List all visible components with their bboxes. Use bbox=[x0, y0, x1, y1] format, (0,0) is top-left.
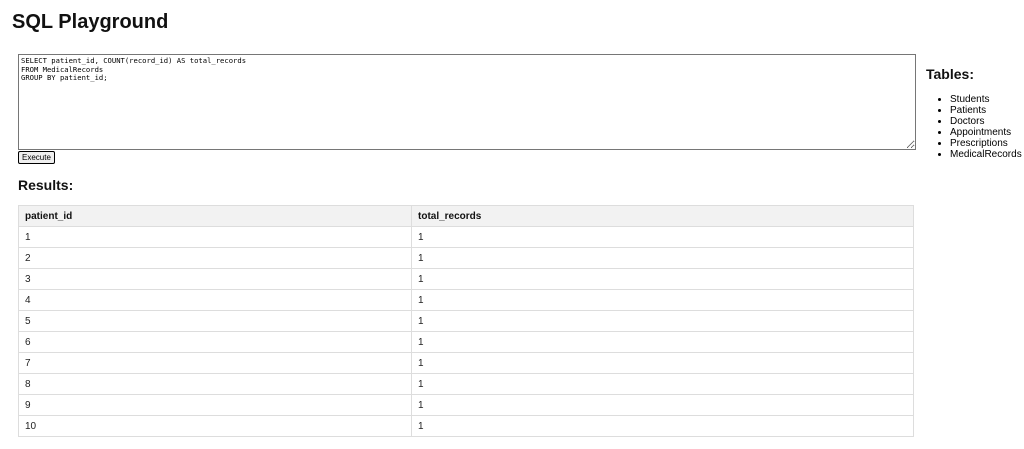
table-cell: 7 bbox=[18, 352, 412, 374]
list-item-prescriptions: Prescriptions bbox=[950, 138, 1024, 149]
table-cell: 1 bbox=[411, 373, 914, 395]
column-header: patient_id bbox=[18, 205, 412, 227]
table-cell: 10 bbox=[18, 415, 412, 437]
table-row: 3 1 bbox=[18, 268, 914, 290]
sql-query-input[interactable]: SELECT patient_id, COUNT(record_id) AS t… bbox=[18, 54, 916, 150]
table-row: 10 1 bbox=[18, 415, 914, 437]
results-table: patient_id total_records 1 1 2 1 3 1 4 1 bbox=[18, 205, 914, 437]
table-list: Students Patients Doctors Appointments P… bbox=[926, 94, 1024, 160]
table-cell: 6 bbox=[18, 331, 412, 353]
table-cell: 1 bbox=[411, 247, 914, 269]
table-cell: 1 bbox=[411, 268, 914, 290]
table-cell: 4 bbox=[18, 289, 412, 311]
table-row: 1 1 bbox=[18, 226, 914, 248]
page-title: SQL Playground bbox=[12, 11, 169, 33]
table-row: 9 1 bbox=[18, 394, 914, 416]
table-row: 2 1 bbox=[18, 247, 914, 269]
table-row: 4 1 bbox=[18, 289, 914, 311]
table-cell: 8 bbox=[18, 373, 412, 395]
table-cell: 1 bbox=[411, 415, 914, 437]
table-cell: 3 bbox=[18, 268, 412, 290]
list-item-students: Students bbox=[950, 94, 1024, 105]
table-cell: 1 bbox=[411, 289, 914, 311]
column-header: total_records bbox=[411, 205, 914, 227]
tables-heading: Tables: bbox=[926, 66, 974, 82]
table-cell: 2 bbox=[18, 247, 412, 269]
table-cell: 1 bbox=[411, 394, 914, 416]
results-header-row: patient_id total_records bbox=[18, 205, 914, 227]
table-row: 6 1 bbox=[18, 331, 914, 353]
results-heading: Results: bbox=[18, 177, 74, 193]
table-cell: 1 bbox=[411, 310, 914, 332]
execute-button[interactable]: Execute bbox=[18, 151, 55, 164]
table-cell: 1 bbox=[18, 226, 412, 248]
table-cell: 1 bbox=[411, 226, 914, 248]
table-row: 5 1 bbox=[18, 310, 914, 332]
table-cell: 1 bbox=[411, 352, 914, 374]
table-cell: 9 bbox=[18, 394, 412, 416]
list-item-doctors: Doctors bbox=[950, 116, 1024, 127]
tables-sidebar: Tables: Students Patients Doctors Appoin… bbox=[926, 65, 1024, 160]
table-row: 7 1 bbox=[18, 352, 914, 374]
table-cell: 5 bbox=[18, 310, 412, 332]
main-panel: SELECT patient_id, COUNT(record_id) AS t… bbox=[18, 54, 916, 437]
list-item-patients: Patients bbox=[950, 105, 1024, 116]
list-item-medicalrecords: MedicalRecords bbox=[950, 149, 1024, 160]
table-row: 8 1 bbox=[18, 373, 914, 395]
table-cell: 1 bbox=[411, 331, 914, 353]
list-item-appointments: Appointments bbox=[950, 127, 1024, 138]
